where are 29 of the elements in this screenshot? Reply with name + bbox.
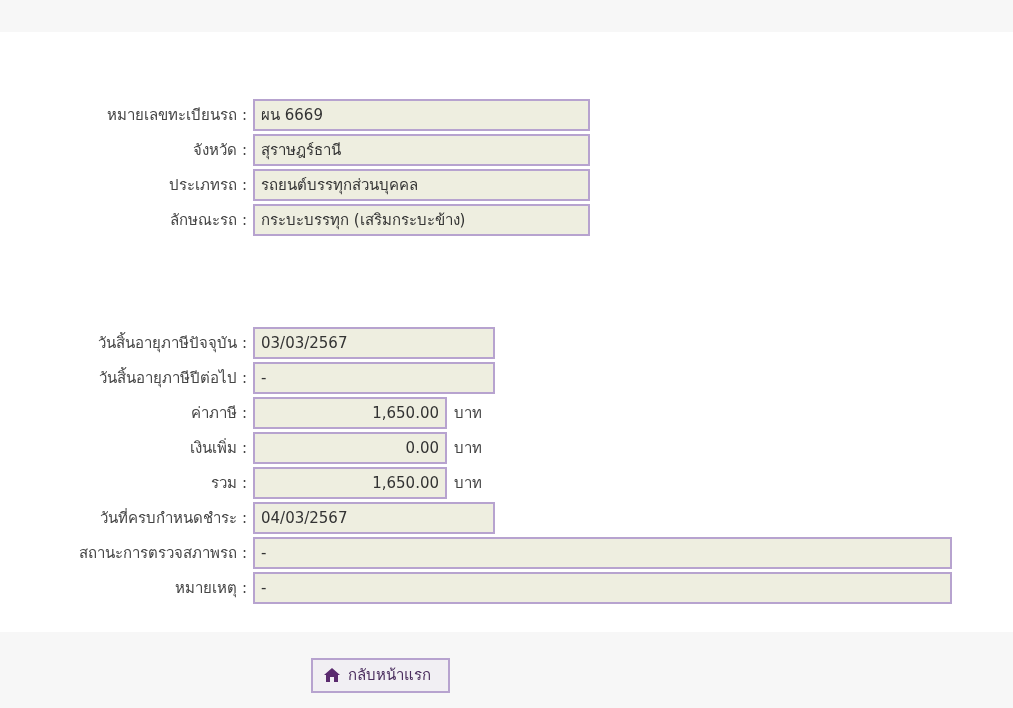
field-label: หมายเหตุ : <box>174 578 248 600</box>
value-field: กระบะบรรทุก (เสริมกระบะข้าง) <box>253 204 590 236</box>
value-field: รถยนต์บรรทุกส่วนบุคคล <box>253 169 590 201</box>
value-field: สุราษฎร์ธานี <box>253 134 590 166</box>
unit-label: บาท <box>454 403 482 424</box>
home-icon <box>323 667 341 683</box>
field-label: จังหวัด : <box>192 140 248 161</box>
field-label: รวม : <box>210 473 248 494</box>
value-field: 1,650.00 <box>253 397 447 429</box>
value-field: 0.00 <box>253 432 447 464</box>
field-label: เงินเพิ่ม : <box>189 437 248 459</box>
field-label: สถานะการตรวจสภาพรถ : <box>78 543 248 564</box>
home-button[interactable]: กลับหน้าแรก <box>311 657 450 693</box>
field-label: วันที่ครบกำหนดชำระ : <box>99 507 248 529</box>
value-field: ผน 6669 <box>253 99 590 131</box>
field-label: วันสิ้นอายุภาษีปีต่อไป : <box>98 366 248 390</box>
value-field: 03/03/2567 <box>253 327 495 359</box>
unit-label: บาท <box>454 473 482 494</box>
field-label: วันสิ้นอายุภาษีปัจจุบัน : <box>97 331 248 355</box>
value-field: - <box>253 572 952 604</box>
value-field: - <box>253 537 952 569</box>
field-label: ประเภทรถ : <box>168 175 248 196</box>
field-label: หมายเลขทะเบียนรถ : <box>106 105 248 126</box>
value-field: - <box>253 362 495 394</box>
field-label: ลักษณะรถ : <box>169 210 248 231</box>
value-field: 1,650.00 <box>253 467 447 499</box>
value-field: 04/03/2567 <box>253 502 495 534</box>
field-label: ค่าภาษี : <box>190 403 248 424</box>
unit-label: บาท <box>454 438 482 459</box>
